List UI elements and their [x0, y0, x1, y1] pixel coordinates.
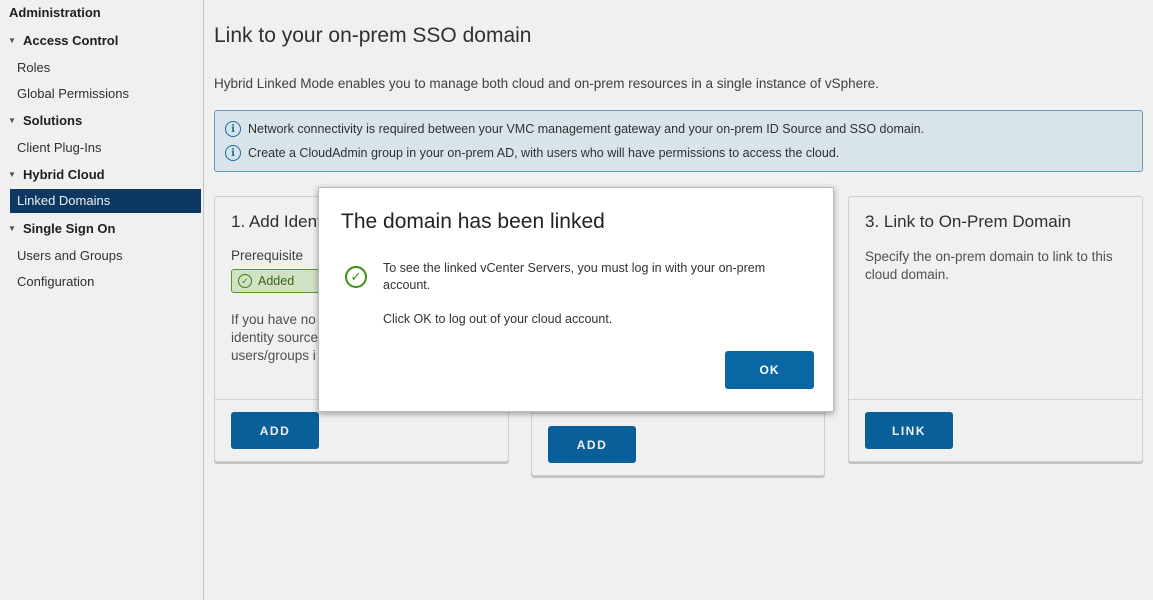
check-circle-icon: ✓	[345, 266, 367, 288]
dialog-title: The domain has been linked	[341, 210, 605, 233]
success-dialog: The domain has been linked ✓ To see the …	[318, 187, 834, 412]
dialog-message-line: account.	[383, 278, 431, 292]
dialog-message-logout: Click OK to log out of your cloud accoun…	[383, 312, 613, 326]
ok-button[interactable]: OK	[725, 351, 814, 389]
dialog-message-line: To see the linked vCenter Servers, you m…	[383, 261, 766, 275]
